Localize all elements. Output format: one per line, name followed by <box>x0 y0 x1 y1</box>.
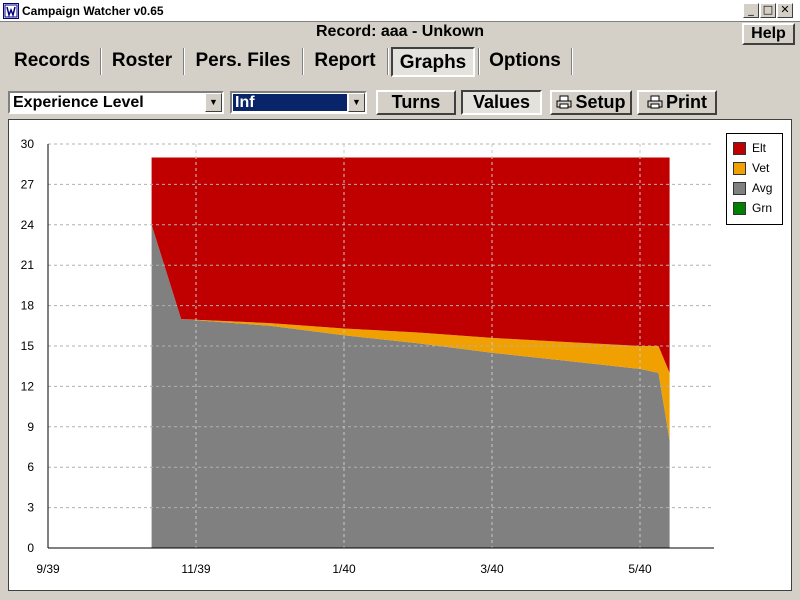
y-tick-label: 6 <box>27 460 34 474</box>
legend-label-elt: Elt <box>752 141 767 155</box>
y-tick-label: 3 <box>27 501 34 515</box>
y-tick-label: 30 <box>21 137 35 151</box>
x-tick-label: 5/40 <box>628 562 652 576</box>
y-tick-label: 15 <box>21 339 35 353</box>
legend-swatch-vet <box>733 162 746 175</box>
legend-swatch-grn <box>733 202 746 215</box>
y-tick-label: 24 <box>21 218 35 232</box>
chart-legend: Elt Vet Avg Grn <box>726 133 783 225</box>
x-tick-label: 3/40 <box>480 562 504 576</box>
y-tick-label: 18 <box>21 299 35 313</box>
x-tick-label: 11/39 <box>181 562 210 576</box>
legend-label-vet: Vet <box>752 161 770 175</box>
y-tick-label: 27 <box>21 177 35 191</box>
x-tick-label: 9/39 <box>36 562 60 576</box>
legend-swatch-elt <box>733 142 746 155</box>
y-tick-label: 0 <box>27 541 34 555</box>
x-tick-label: 1/40 <box>332 562 356 576</box>
area-chart: 0 3 6 9 12 15 18 21 24 27 30 9/39 11/39 1/40 3/40 5/40 <box>21 137 714 576</box>
y-tick-label: 21 <box>21 258 35 272</box>
legend-swatch-avg <box>733 182 746 195</box>
y-tick-label: 9 <box>27 420 34 434</box>
y-tick-label: 12 <box>21 379 35 393</box>
legend-label-avg: Avg <box>752 181 773 195</box>
legend-label-grn: Grn <box>752 201 773 215</box>
